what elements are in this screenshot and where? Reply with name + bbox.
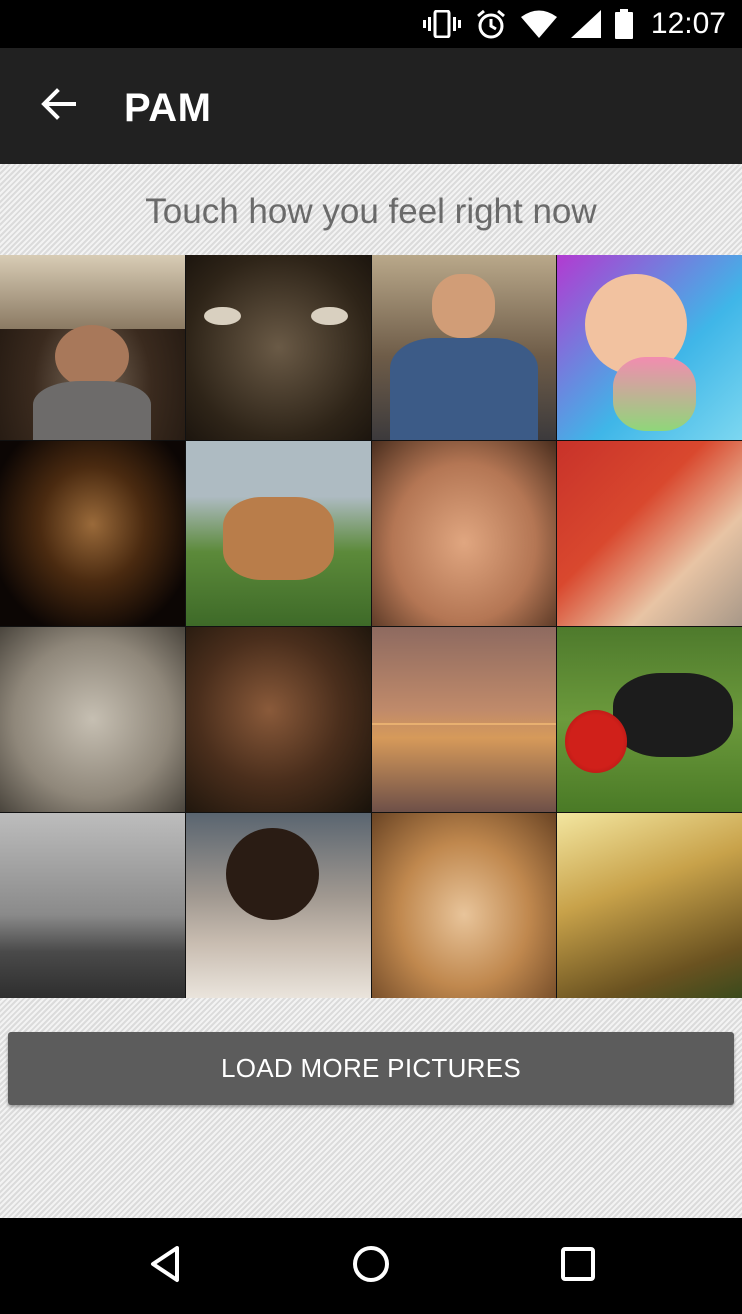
face-shape xyxy=(432,273,496,339)
eye-left xyxy=(204,306,242,326)
alarm-icon xyxy=(475,8,507,40)
signal-icon xyxy=(570,10,601,38)
back-triangle-icon xyxy=(145,1244,185,1289)
wifi-icon xyxy=(520,10,557,38)
content-area: Touch how you feel right now LOAD MORE P… xyxy=(0,164,742,1218)
shirt-shape xyxy=(389,338,538,440)
load-more-button[interactable]: LOAD MORE PICTURES xyxy=(8,1032,734,1105)
eye-right xyxy=(311,306,349,326)
recents-square-icon xyxy=(558,1244,598,1289)
mood-prompt: Touch how you feel right now xyxy=(145,192,597,231)
photo-tile-9[interactable] xyxy=(0,627,185,812)
app-bar: PAM xyxy=(0,48,742,164)
face-shape xyxy=(55,325,130,389)
app-title: PAM xyxy=(124,86,212,130)
nav-recents-button[interactable] xyxy=(548,1240,608,1292)
clock: 12:07 xyxy=(650,7,726,40)
battery-icon xyxy=(614,9,633,39)
arrow-back-icon xyxy=(40,87,76,125)
dog-shape xyxy=(612,673,733,757)
photo-tile-16[interactable] xyxy=(557,813,742,998)
photo-tile-6[interactable] xyxy=(185,441,371,626)
photo-tile-4[interactable] xyxy=(557,255,742,440)
photo-tile-14[interactable] xyxy=(185,813,371,998)
nav-back-button[interactable] xyxy=(135,1240,195,1292)
photo-tile-5[interactable] xyxy=(0,441,185,626)
jacket-shape xyxy=(33,380,152,440)
ice-cream-shape xyxy=(612,356,696,431)
photo-tile-8[interactable] xyxy=(557,441,742,626)
home-circle-icon xyxy=(351,1244,391,1289)
horizon-line xyxy=(371,723,557,726)
vibrate-icon xyxy=(422,10,461,38)
photo-tile-1[interactable] xyxy=(0,255,185,440)
photo-grid xyxy=(0,255,742,998)
cave-ceiling xyxy=(0,255,185,329)
status-icons: 12:07 xyxy=(422,0,726,48)
back-button[interactable] xyxy=(30,82,86,130)
photo-tile-13[interactable] xyxy=(0,813,185,998)
head-shape xyxy=(226,827,319,921)
photo-tile-12[interactable] xyxy=(557,627,742,812)
photo-tile-10[interactable] xyxy=(185,627,371,812)
photo-tile-15[interactable] xyxy=(371,813,557,998)
photo-tile-7[interactable] xyxy=(371,441,557,626)
nav-home-button[interactable] xyxy=(341,1240,401,1292)
navigation-bar xyxy=(0,1218,742,1314)
cow-shape xyxy=(222,496,334,580)
photo-tile-3[interactable] xyxy=(371,255,557,440)
ball-shape xyxy=(564,710,628,774)
photo-tile-2[interactable] xyxy=(185,255,371,440)
status-bar: 12:07 xyxy=(0,0,742,48)
photo-tile-11[interactable] xyxy=(371,627,557,812)
